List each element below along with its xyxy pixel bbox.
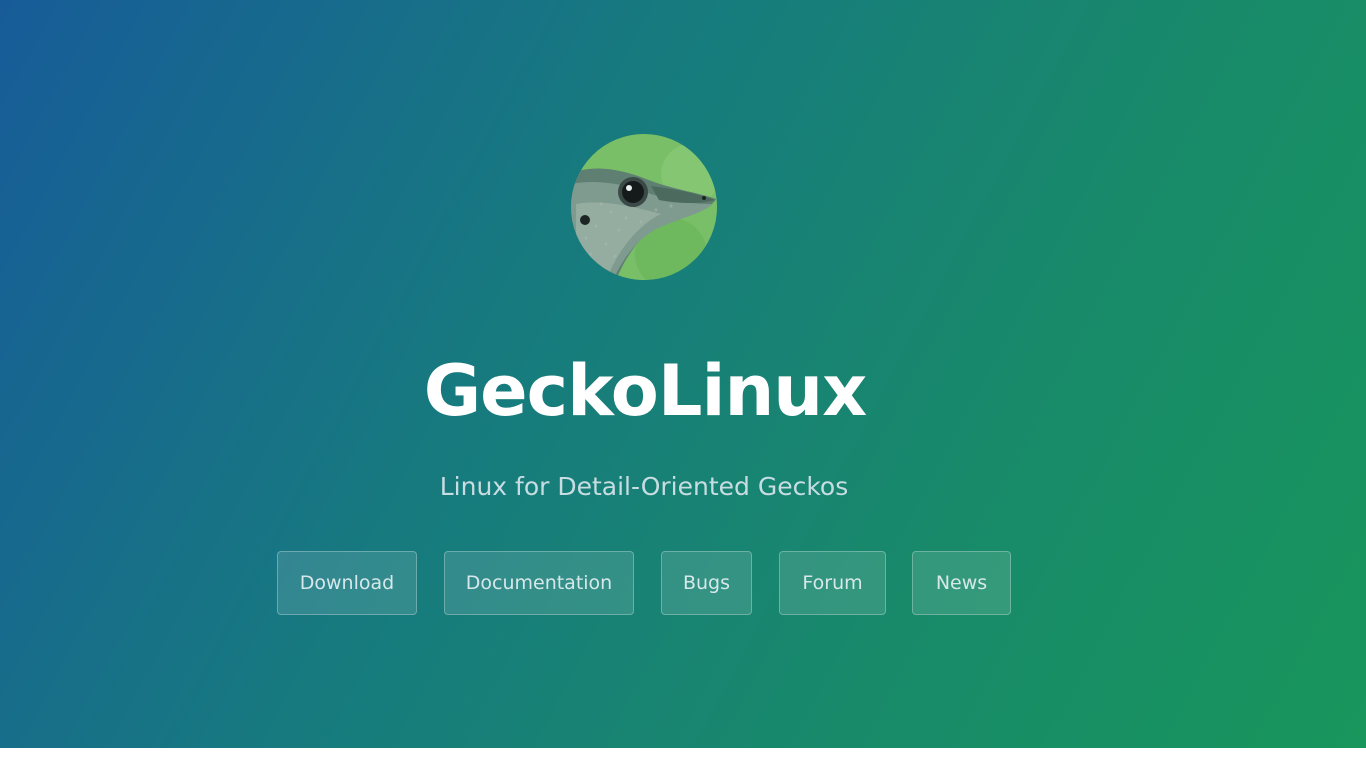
gecko-logo-icon[interactable] [571,134,717,280]
bugs-button[interactable]: Bugs [661,551,752,615]
forum-button[interactable]: Forum [779,551,886,615]
site-tagline: Linux for Detail-Oriented Geckos [439,472,849,501]
site-title[interactable]: GeckoLinux [0,345,1290,437]
download-button[interactable]: Download [277,551,417,615]
documentation-button[interactable]: Documentation [444,551,634,615]
hero-section: GeckoLinux Linux for Detail-Oriented Gec… [0,0,1366,748]
news-button[interactable]: News [912,551,1011,615]
